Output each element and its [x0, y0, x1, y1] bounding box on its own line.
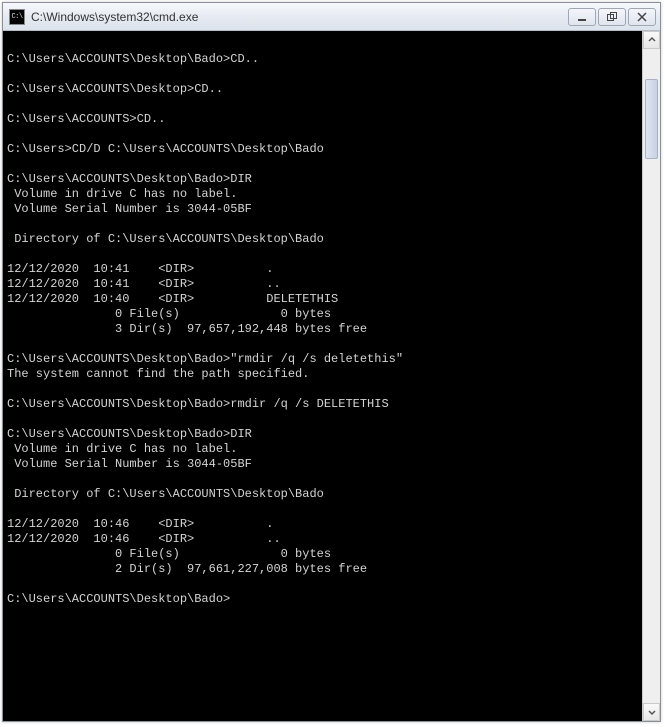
terminal-line: Volume Serial Number is 3044-05BF — [7, 457, 638, 472]
terminal-line: C:\Users\ACCOUNTS>CD.. — [7, 112, 638, 127]
minimize-icon — [577, 12, 587, 22]
terminal-line — [7, 337, 638, 352]
vertical-scrollbar[interactable] — [642, 31, 660, 721]
terminal-line — [7, 97, 638, 112]
maximize-icon — [607, 12, 617, 22]
maximize-button[interactable] — [598, 8, 626, 26]
terminal-line — [7, 502, 638, 517]
scroll-up-button[interactable] — [643, 31, 660, 49]
cmd-icon-label: C:\ — [11, 13, 22, 21]
terminal-line: 12/12/2020 10:41 <DIR> . — [7, 262, 638, 277]
terminal-line: C:\Users\ACCOUNTS\Desktop\Bado> — [7, 592, 638, 607]
terminal-line: 0 File(s) 0 bytes — [7, 307, 638, 322]
terminal-line: C:\Users>CD/D C:\Users\ACCOUNTS\Desktop\… — [7, 142, 638, 157]
terminal-line: 12/12/2020 10:46 <DIR> .. — [7, 532, 638, 547]
scroll-track[interactable] — [643, 49, 660, 703]
terminal-line: Volume in drive C has no label. — [7, 442, 638, 457]
close-icon — [637, 12, 647, 22]
terminal-line: Directory of C:\Users\ACCOUNTS\Desktop\B… — [7, 232, 638, 247]
terminal-line: Directory of C:\Users\ACCOUNTS\Desktop\B… — [7, 487, 638, 502]
terminal-line: C:\Users\ACCOUNTS\Desktop\Bado>CD.. — [7, 52, 638, 67]
window-controls — [568, 8, 656, 26]
terminal-output[interactable]: C:\Users\ACCOUNTS\Desktop\Bado>CD.. C:\U… — [3, 31, 642, 721]
terminal-line — [7, 67, 638, 82]
chevron-up-icon — [648, 36, 656, 44]
terminal-line: The system cannot find the path specifie… — [7, 367, 638, 382]
terminal-line — [7, 217, 638, 232]
terminal-line — [7, 412, 638, 427]
scroll-down-button[interactable] — [643, 703, 660, 721]
terminal-line: 12/12/2020 10:46 <DIR> . — [7, 517, 638, 532]
terminal-line — [7, 157, 638, 172]
terminal-line: 0 File(s) 0 bytes — [7, 547, 638, 562]
terminal-line: 3 Dir(s) 97,657,192,448 bytes free — [7, 322, 638, 337]
titlebar[interactable]: C:\ C:\Windows\system32\cmd.exe — [3, 3, 660, 31]
terminal-line: C:\Users\ACCOUNTS\Desktop\Bado>DIR — [7, 427, 638, 442]
terminal-line: Volume Serial Number is 3044-05BF — [7, 202, 638, 217]
scroll-thumb[interactable] — [645, 79, 658, 159]
close-button[interactable] — [628, 8, 656, 26]
window-title: C:\Windows\system32\cmd.exe — [31, 10, 568, 24]
terminal-line — [7, 577, 638, 592]
terminal-line: C:\Users\ACCOUNTS\Desktop>CD.. — [7, 82, 638, 97]
terminal-line: 2 Dir(s) 97,661,227,008 bytes free — [7, 562, 638, 577]
terminal-line: 12/12/2020 10:41 <DIR> .. — [7, 277, 638, 292]
terminal-line: C:\Users\ACCOUNTS\Desktop\Bado>DIR — [7, 172, 638, 187]
terminal-line: C:\Users\ACCOUNTS\Desktop\Bado>"rmdir /q… — [7, 352, 638, 367]
terminal-line: 12/12/2020 10:40 <DIR> DELETETHIS — [7, 292, 638, 307]
terminal-area: C:\Users\ACCOUNTS\Desktop\Bado>CD.. C:\U… — [3, 31, 660, 721]
terminal-line — [7, 247, 638, 262]
terminal-line: C:\Users\ACCOUNTS\Desktop\Bado>rmdir /q … — [7, 397, 638, 412]
terminal-line — [7, 37, 638, 52]
chevron-down-icon — [648, 708, 656, 716]
terminal-line — [7, 127, 638, 142]
terminal-line — [7, 382, 638, 397]
terminal-line — [7, 472, 638, 487]
cmd-icon: C:\ — [9, 9, 25, 25]
minimize-button[interactable] — [568, 8, 596, 26]
cmd-window: C:\ C:\Windows\system32\cmd.exe — [2, 2, 661, 722]
terminal-line: Volume in drive C has no label. — [7, 187, 638, 202]
